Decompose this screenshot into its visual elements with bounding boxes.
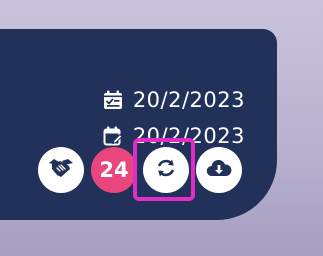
- due-date-text: 20/2/2023: [132, 124, 245, 148]
- calendar-check-icon: [102, 89, 124, 111]
- sync-icon: [154, 156, 178, 184]
- handshake-button[interactable]: [38, 147, 84, 193]
- calendar-edit-icon: [102, 125, 124, 147]
- cloud-download-button[interactable]: [196, 147, 242, 193]
- cloud-download-icon: [206, 158, 232, 182]
- completed-date-text: 20/2/2023: [132, 88, 245, 112]
- completed-date-row: 20/2/2023: [102, 88, 245, 112]
- handshake-icon: [48, 157, 74, 183]
- task-card: 20/2/2023 20/2/2023: [0, 29, 277, 220]
- count-badge: 24: [91, 147, 137, 193]
- sync-button[interactable]: [143, 147, 189, 193]
- due-date-row: 20/2/2023: [102, 124, 245, 148]
